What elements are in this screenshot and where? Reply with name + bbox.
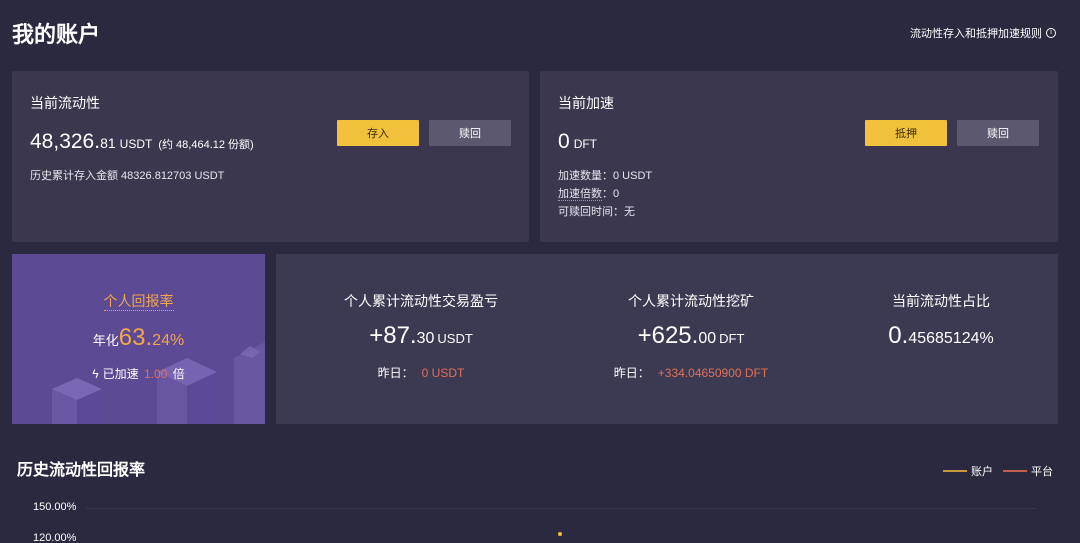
personal-yield-title-text: 个人回报率 [103,293,174,311]
stat-value-dec: 00 [698,330,717,347]
liquidity-approx: (约 48,464.12 份额) [158,139,254,151]
acceleration-unit: DFT [573,137,598,151]
liquidity-amount-int: 48,326. [30,130,101,153]
stat-unit: USDT [437,331,473,346]
liquidity-redeem-button[interactable]: 赎回 [429,120,511,146]
stat-value: 0.45685124% [836,322,1046,350]
personal-yield-card: 个人回报率 年化63.24% ϟ 已加速 1.00 倍 [12,254,265,424]
chart-data-point [558,532,562,536]
deposit-button[interactable]: 存入 [337,120,419,146]
boost-value: 1.00 [144,367,168,381]
stat-value: +87.30 USDT [296,322,546,350]
grid-line [86,508,1036,509]
yesterday-label: 昨日： [377,366,414,380]
acceleration-amount: 0 DFT [558,130,597,154]
rules-link-label: 流动性存入和抵押加速规则 [910,28,1042,40]
yield-boost-line: ϟ 已加速 1.00 倍 [12,365,265,382]
acceleration-card: 当前加速 0 DFT 加速数量：0 USDT 加速倍数：0 可赎回时间：无 抵押… [540,71,1058,242]
info-icon: i [1046,28,1056,38]
acceleration-count: 加速数量：0 USDT [558,170,653,182]
liquidity-amount-dec: 81 [100,135,116,151]
acceleration-multiple-label: 加速倍数 [558,188,602,201]
yesterday-value: 0 USDT [421,366,465,380]
y-tick-label: 120.00% [33,532,77,543]
personal-yield-title[interactable]: 个人回报率 [12,291,265,311]
liquidity-unit: USDT [119,137,153,151]
history-chart-title: 历史流动性回报率 [17,462,146,479]
stat-unit: DFT [719,331,745,346]
stat-liquidity-share: 当前流动性占比 0.45685124% [836,254,1046,424]
legend-line-account [943,470,967,472]
legend-item-account[interactable]: 账户 [943,463,993,479]
acceleration-multiple-value: ：0 [602,188,620,200]
yesterday-value: +334.04650900 DFT [657,366,769,380]
stat-value: +625.00 DFT [566,322,816,350]
stat-trading-pnl: 个人累计流动性交易盈亏 +87.30 USDT 昨日： 0 USDT [296,254,546,424]
y-tick-label: 150.00% [33,501,77,513]
acceleration-redeem-button[interactable]: 赎回 [957,120,1039,146]
yield-prefix: 年化 [92,333,119,348]
yield-dec: 24% [152,332,185,349]
stat-value-int: +625. [637,322,699,349]
stat-value-dec: 30 [416,330,435,347]
yield-int: 63. [118,324,153,351]
stat-value-int: +87. [369,322,417,349]
boosted-label: 已加速 [102,367,139,381]
personal-yield-value: 年化63.24% [12,324,265,352]
chart-legend: 账户 平台 [943,463,1053,479]
acceleration-amount-int: 0 [558,130,570,153]
pledge-button[interactable]: 抵押 [865,120,947,146]
rules-link[interactable]: 流动性存入和抵押加速规则 i [910,25,1056,41]
stat-yesterday: 昨日： 0 USDT [296,364,546,381]
stat-title: 当前流动性占比 [892,293,990,309]
stat-title: 个人累计流动性交易盈亏 [344,293,498,309]
boost-unit: 倍 [172,367,185,381]
liquidity-amount: 48,326. 81 USDT (约 48,464.12 份额) [30,130,254,154]
stat-yesterday: 昨日： +334.04650900 DFT [566,364,816,381]
legend-item-platform[interactable]: 平台 [1003,463,1053,479]
liquidity-label: 当前流动性 [30,95,100,111]
liquidity-card: 当前流动性 48,326. 81 USDT (约 48,464.12 份额) 历… [12,71,529,242]
stat-title: 个人累计流动性挖矿 [628,293,754,309]
stats-card: 个人累计流动性交易盈亏 +87.30 USDT 昨日： 0 USDT 个人累计流动性… [276,254,1058,424]
liquidity-history: 历史累计存入金额 48326.812703 USDT [30,170,225,182]
stat-value-dec: 45685124% [908,330,994,347]
legend-label-account: 账户 [971,466,993,478]
acceleration-label: 当前加速 [558,95,614,111]
history-chart: 150.00% 120.00% [0,490,1080,543]
acceleration-multiple: 加速倍数：0 [558,185,619,201]
legend-line-platform [1003,470,1027,472]
page-title: 我的账户 [12,22,101,47]
stat-mining: 个人累计流动性挖矿 +625.00 DFT 昨日： +334.04650900 DF… [566,254,816,424]
legend-label-platform: 平台 [1031,466,1053,478]
acceleration-redeem-time: 可赎回时间：无 [558,206,635,218]
yesterday-label: 昨日： [613,366,650,380]
stat-value-int: 0. [888,322,909,349]
bolt-icon: ϟ [92,367,99,381]
